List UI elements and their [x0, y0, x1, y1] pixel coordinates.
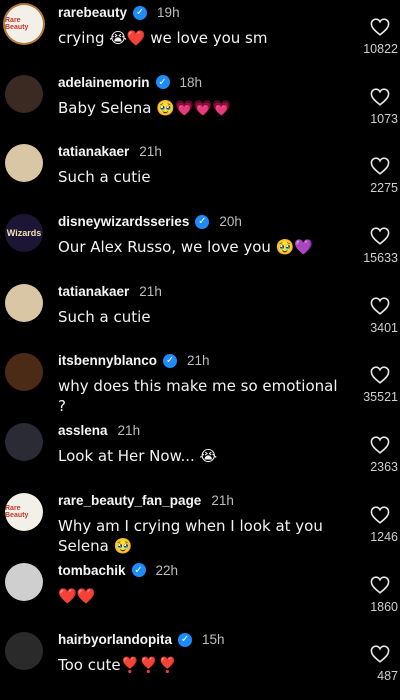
username-link[interactable]: hairbyorlandopita [58, 632, 172, 647]
timestamp: 20h [219, 214, 242, 230]
like-heart-icon[interactable] [370, 366, 390, 385]
avatar[interactable] [5, 353, 43, 392]
timestamp: 15h [202, 632, 225, 648]
avatar[interactable] [5, 283, 43, 322]
comment-text: ❤️❤️ [58, 586, 96, 605]
avatar[interactable] [5, 423, 43, 462]
like-count: 1860 [370, 599, 398, 614]
comment-row: Rare Beauty rare_beauty_fan_page 21h Why am… [0, 488, 400, 558]
comment-row: itsbennyblanco ✓ 21h why does this make me … [0, 348, 400, 418]
avatar[interactable] [5, 562, 43, 601]
username-link[interactable]: disneywizardsseries [58, 214, 189, 229]
comment-row: tatianakaer 21h Such a cutie 2275 [0, 139, 400, 209]
avatar[interactable]: Wizards [5, 214, 43, 253]
verified-badge-icon: ✓ [163, 353, 178, 368]
timestamp: 18h [179, 74, 203, 90]
like-heart-icon[interactable] [370, 88, 390, 106]
timestamp: 21h [187, 353, 210, 369]
verified-badge-icon: ✓ [195, 214, 210, 229]
verified-badge-icon: ✓ [131, 563, 146, 577]
like-count: 15633 [363, 251, 398, 266]
comment-meta: tombachik ✓ 22h [58, 563, 178, 578]
like-heart-icon[interactable] [370, 157, 390, 176]
like-heart-icon[interactable] [370, 645, 390, 664]
comment-meta: tatianakaer 21h [58, 284, 162, 299]
username-link[interactable]: rarebeauty [58, 5, 127, 20]
comment-row: Wizards disneywizardsseries ✓ 20h Our Alex R… [0, 209, 400, 279]
avatar-logo-text: Wizards [6, 228, 42, 239]
avatar[interactable] [5, 74, 43, 113]
timestamp: 22h [155, 562, 179, 578]
comment-text: crying 😭❤️ we love you sm [58, 29, 268, 47]
comment-text: Such a cutie [58, 168, 151, 187]
avatar-logo-text: Rare Beauty [5, 17, 29, 31]
comment-row: asslena 21h Look at Her Now... 😭 2363 [0, 418, 400, 488]
timestamp: 21h [211, 492, 234, 508]
like-count: 1246 [370, 529, 398, 544]
comment-meta: itsbennyblanco ✓ 21h [58, 353, 210, 368]
like-heart-icon[interactable] [370, 227, 390, 245]
like-heart-icon[interactable] [370, 18, 390, 36]
like-heart-icon[interactable] [370, 436, 390, 454]
username-link[interactable]: tatianakaer [58, 144, 129, 159]
avatar[interactable]: Rare Beauty [5, 492, 43, 531]
username-link[interactable]: tombachik [58, 563, 126, 578]
timestamp: 19h [157, 5, 180, 20]
comment-meta: hairbyorlandopita ✓ 15h [58, 632, 225, 647]
comment-meta: disneywizardsseries ✓ 20h [58, 214, 242, 229]
comments-list: Rare Beauty rarebeauty ✓ 19h crying 😭❤️ we l… [0, 0, 400, 700]
like-count: 1073 [370, 111, 398, 126]
comment-row: tombachik ✓ 22h ❤️❤️ 1860 [0, 558, 400, 628]
comment-row: Rare Beauty rarebeauty ✓ 19h crying 😭❤️ we l… [0, 0, 400, 70]
avatar[interactable] [5, 144, 43, 183]
comment-text: Why am I crying when I look at you Selen… [58, 516, 323, 555]
like-count: 10822 [363, 42, 398, 56]
comment-meta: adelainemorin ✓ 18h [58, 75, 202, 90]
like-count: 2275 [370, 181, 398, 196]
avatar[interactable] [5, 632, 43, 671]
comment-meta: asslena 21h [58, 423, 140, 438]
like-count: 35521 [363, 390, 398, 405]
username-link[interactable]: adelainemorin [58, 75, 150, 90]
timestamp: 21h [139, 283, 162, 299]
timestamp: 21h [117, 423, 141, 439]
comment-meta: rarebeauty ✓ 19h [58, 5, 180, 20]
comment-text: Our Alex Russo, we love you 🥹💜 [58, 238, 314, 257]
username-link[interactable]: itsbennyblanco [58, 353, 157, 368]
comment-row: adelainemorin ✓ 18h Baby Selena 🥹💗💗💗 1073 [0, 70, 400, 140]
comment-text: Baby Selena 🥹💗💗💗 [58, 98, 231, 117]
comment-meta: rare_beauty_fan_page 21h [58, 493, 234, 508]
username-link[interactable]: rare_beauty_fan_page [58, 493, 201, 508]
timestamp: 21h [139, 144, 162, 160]
comment-row: tatianakaer 21h Such a cutie 3401 [0, 279, 400, 349]
like-count: 487 [377, 669, 398, 684]
comment-text: Such a cutie [58, 307, 151, 326]
comment-meta: tatianakaer 21h [58, 144, 162, 159]
like-heart-icon[interactable] [370, 575, 390, 594]
comment-text: Look at Her Now... 😭 [58, 447, 218, 466]
like-count: 2363 [370, 460, 398, 475]
avatar[interactable]: Rare Beauty [5, 5, 43, 43]
comment-row: hairbyorlandopita ✓ 15h Too cute❣️❣️❣️ 487 [0, 627, 400, 697]
verified-badge-icon: ✓ [155, 75, 170, 90]
comment-text: Too cute❣️❣️❣️ [58, 656, 177, 675]
avatar-logo-text: Rare Beauty [5, 504, 29, 519]
like-count: 3401 [370, 320, 398, 335]
username-link[interactable]: tatianakaer [58, 284, 129, 299]
comment-text: why does this make me so emotional ? [58, 377, 338, 416]
username-link[interactable]: asslena [58, 423, 108, 438]
like-heart-icon[interactable] [370, 506, 390, 524]
verified-badge-icon: ✓ [178, 632, 193, 647]
like-heart-icon[interactable] [370, 297, 390, 315]
verified-badge-icon: ✓ [133, 5, 148, 20]
